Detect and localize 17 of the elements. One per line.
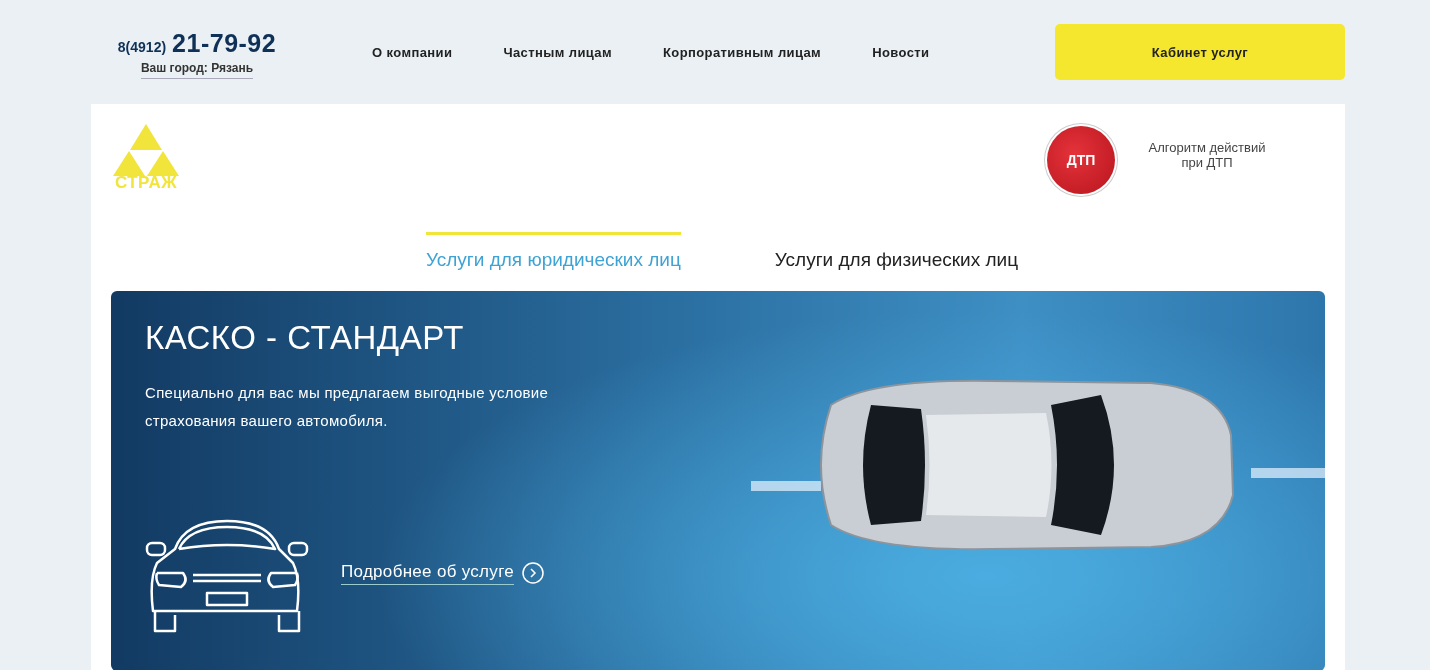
banner-description: Специально для вас мы предлагаем выгодные условие страхования вашего автомобиля. <box>145 383 550 431</box>
cabinet-button[interactable]: Кабинет услуг <box>1055 24 1345 80</box>
nav-link[interactable]: О компании <box>372 44 453 60</box>
dtp-badge[interactable]: ДТП <box>1047 126 1115 194</box>
dtp-link[interactable]: Алгоритм действий при ДТП <box>1127 140 1287 170</box>
nav-link[interactable]: Новости <box>872 44 930 60</box>
service-details-link[interactable]: Подробнее об услуге <box>341 561 514 585</box>
banner-title: КАСКО - СТАНДАРТ <box>145 319 464 357</box>
service-tab[interactable]: Услуги для физических лиц <box>774 232 1019 271</box>
phone-number: 21-79-92 <box>172 29 277 58</box>
chevron-circle-icon[interactable] <box>522 562 544 584</box>
nav-link[interactable]: Частным лицам <box>503 44 612 60</box>
nav-link[interactable]: Корпоративным лицам <box>662 44 822 60</box>
phone-code: 8(4912) <box>117 39 167 55</box>
city-link[interactable]: Ваш город: Рязань <box>140 61 254 79</box>
car-outline-icon <box>145 519 309 635</box>
triangle-logo-icon <box>113 124 179 176</box>
